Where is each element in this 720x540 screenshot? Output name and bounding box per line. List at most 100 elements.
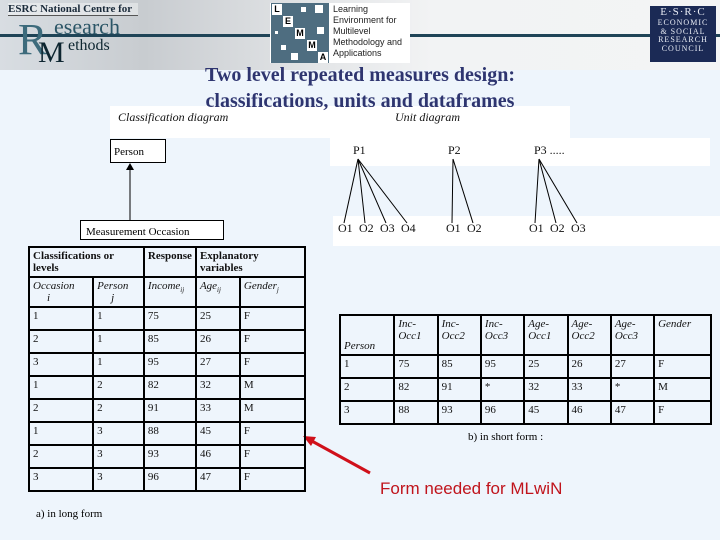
table-cell: 91 <box>436 377 482 402</box>
unit-link-line <box>357 158 387 224</box>
table-row: 3 1 95 27 F <box>27 352 307 377</box>
table-cell: 1 <box>92 352 145 377</box>
column-header-subscript: ij <box>217 286 221 295</box>
table-cell: 2 <box>27 398 95 423</box>
unit-link-line <box>538 158 557 224</box>
column-header-part: Inc- <box>398 318 417 330</box>
group-header-response: Response <box>142 246 197 278</box>
table-cell: 27 <box>194 352 241 377</box>
table-cell: 82 <box>142 375 197 400</box>
table-cell: 75 <box>142 306 197 331</box>
table-row: 3 3 96 47 F <box>27 467 307 492</box>
column-header: Person j <box>92 276 145 308</box>
group-header-explanatory: Explanatory variables <box>194 246 307 278</box>
unit-node-occasion: O1 <box>446 221 461 235</box>
table-cell: 1 <box>27 375 95 400</box>
table-header-row: Person Inc- Occ1 Inc- Occ2 Inc- Occ3 Age- Occ1 Ag… <box>338 314 712 356</box>
column-header: Gender <box>653 314 712 356</box>
table-cell: 1 <box>27 421 95 446</box>
table-cell: * <box>609 377 656 402</box>
column-header-name: Gender <box>243 280 277 292</box>
column-header: Inc- Occ3 <box>479 314 526 356</box>
table-cell: F <box>238 444 307 469</box>
table-cell: 45 <box>523 400 569 425</box>
table-cell: 82 <box>393 377 439 402</box>
table-cell: 3 <box>92 421 145 446</box>
table-cell: 3 <box>27 352 95 377</box>
table-cell: 2 <box>27 444 95 469</box>
table-row: 2 2 91 33 M <box>27 398 307 423</box>
table-cell: 93 <box>436 400 482 425</box>
group-header-classifications: Classifications or levels <box>28 246 145 278</box>
table-cell: 85 <box>436 354 482 379</box>
table-header-row: Occasion i Person j Incomeij Ageij Genderj <box>27 276 307 308</box>
table-cell: F <box>238 467 307 492</box>
unit-link-line <box>357 158 408 224</box>
table-row: 2 1 85 26 F <box>27 329 307 354</box>
table-cell: 3 <box>92 467 145 492</box>
column-header: Age- Occ2 <box>566 314 612 356</box>
long-form-caption: a) in long form <box>36 508 103 520</box>
table-row: 1 3 88 45 F <box>27 421 307 446</box>
table-cell: 3 <box>92 444 145 469</box>
table-cell: 47 <box>194 467 241 492</box>
table-group-header-row: Classifications or levels Response Expla… <box>28 246 307 278</box>
column-header-subscript: ij <box>180 286 185 295</box>
table-cell: 46 <box>194 444 241 469</box>
unit-node-occasion: O2 <box>467 221 482 235</box>
table-cell: F <box>653 400 712 425</box>
table-cell: 45 <box>194 421 241 446</box>
table-row: 2 82 91 * 32 33 * M <box>338 377 712 402</box>
column-header: Age- Occ3 <box>609 314 656 356</box>
table-cell: M <box>238 398 307 423</box>
short-form-body: 1 75 85 95 25 26 27 F 2 82 91 * 32 33 * M 3 88 93 96 45 46 47 F <box>338 354 712 425</box>
arrow-head-icon <box>126 163 134 170</box>
table-cell: 3 <box>338 400 396 425</box>
table-cell: F <box>238 421 307 446</box>
long-form-body: 1 1 75 25 F 2 1 85 26 F 3 1 95 27 F 1 2 82 32 M 2 2 91 33 M 1 3 88 4… <box>27 306 307 492</box>
table-cell: 33 <box>566 377 612 402</box>
table-cell: 88 <box>393 400 439 425</box>
table-cell: M <box>653 377 712 402</box>
unit-node-person: P3 ..... <box>534 143 565 157</box>
column-header-name: Income <box>147 280 181 292</box>
column-header-subscript: j <box>111 292 115 304</box>
column-header: Genderj <box>238 276 307 308</box>
table-cell: 26 <box>566 354 612 379</box>
column-header-name: Person <box>97 280 129 292</box>
column-header: Age- Occ1 <box>523 314 569 356</box>
table-cell: 32 <box>194 375 241 400</box>
table-cell: 46 <box>566 400 612 425</box>
annotation-arrow-line <box>309 438 371 475</box>
unit-node-occasion: O2 <box>359 221 374 235</box>
column-header-part: Inc- <box>484 318 503 330</box>
table-cell: 2 <box>27 329 95 354</box>
unit-node-occasion: O2 <box>550 221 565 235</box>
unit-link-line <box>452 158 474 224</box>
column-header-part: Age- <box>571 318 593 330</box>
column-header-part: Age- <box>614 318 636 330</box>
table-cell: 32 <box>523 377 569 402</box>
table-cell: M <box>238 375 307 400</box>
table-cell: 96 <box>479 400 526 425</box>
table-cell: 95 <box>479 354 526 379</box>
column-header-part: Occ2 <box>571 330 595 342</box>
table-cell: 2 <box>338 377 396 402</box>
table-row: 2 3 93 46 F <box>27 444 307 469</box>
unit-node-occasion: O1 <box>529 221 544 235</box>
table-cell: F <box>653 354 712 379</box>
unit-node-occasion: O1 <box>338 221 353 235</box>
unit-node-person: P2 <box>448 143 461 157</box>
column-header-part: Inc- <box>441 318 460 330</box>
table-cell: F <box>238 329 307 354</box>
unit-link-line <box>538 158 578 224</box>
short-form-table: Person Inc- Occ1 Inc- Occ2 Inc- Occ3 Age- Occ1 Ag… <box>338 314 712 425</box>
table-cell: 1 <box>92 306 145 331</box>
table-cell: 26 <box>194 329 241 354</box>
unit-link-line <box>343 158 359 224</box>
unit-link-line <box>451 158 454 224</box>
column-header: Ageij <box>194 276 241 308</box>
table-cell: 47 <box>609 400 656 425</box>
table-cell: 96 <box>142 467 197 492</box>
table-cell: 1 <box>92 329 145 354</box>
